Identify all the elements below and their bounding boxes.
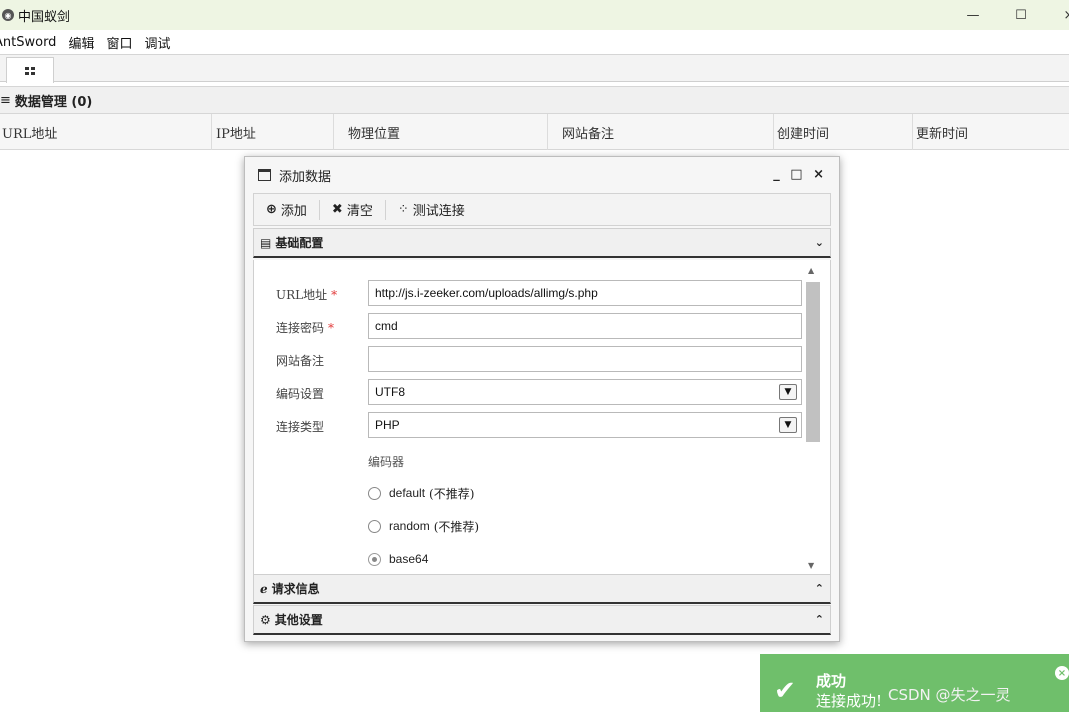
section-request-title: 请求信息 — [271, 582, 320, 596]
test-connection-button[interactable]: ⁘ 测试连接 — [386, 200, 477, 220]
url-row: URL地址 * http://js.i-zeeker.com/uploads/al… — [254, 280, 830, 306]
column-location[interactable]: 物理位置 — [346, 114, 548, 150]
clear-button[interactable]: ✖ 清空 — [320, 199, 386, 220]
chevron-down-icon: ▼ — [779, 384, 797, 400]
window-title: 中国蚁剑 — [18, 9, 71, 25]
plus-circle-icon: ⊕ — [266, 202, 277, 217]
url-label: URL地址 * — [276, 288, 338, 302]
encoding-value: UTF8 — [375, 385, 405, 399]
column-note[interactable]: 网站备注 — [560, 114, 774, 150]
close-icon[interactable]: × — [1055, 666, 1069, 680]
section-other-settings[interactable]: ⚙ 其他设置 ⌃ — [253, 605, 831, 635]
dialog-window-controls[interactable]: _ □ × — [773, 167, 827, 182]
tab-home[interactable] — [6, 57, 54, 83]
dialog-toolbar: ⊕ 添加 ✖ 清空 ⁘ 测试连接 — [253, 193, 831, 226]
required-mark: * — [328, 321, 335, 335]
url-input[interactable]: http://js.i-zeeker.com/uploads/allimg/s.… — [368, 280, 802, 306]
file-icon: ▤ — [260, 235, 272, 250]
menu-window[interactable]: 窗口 — [106, 33, 132, 52]
password-label: 连接密码 * — [276, 321, 335, 335]
type-select[interactable]: PHP ▼ — [368, 412, 802, 438]
encoder-option-base64[interactable]: base64 — [368, 550, 428, 568]
close-button[interactable]: × — [1046, 0, 1069, 30]
data-panel-title: 数据管理 (0) — [14, 94, 93, 110]
menu-antsword[interactable]: AntSword — [0, 35, 56, 50]
chevron-down-icon: ⌄ — [814, 236, 824, 249]
section-other-title: 其他设置 — [274, 613, 323, 627]
column-url[interactable]: URL地址 — [0, 114, 212, 150]
encoder-option-default[interactable]: default (不推荐) — [368, 484, 474, 502]
encoding-select[interactable]: UTF8 ▼ — [368, 379, 802, 405]
section-basic-title: 基础配置 — [275, 236, 324, 250]
maximize-button[interactable]: ☐ — [998, 0, 1044, 30]
encoder-option-random[interactable]: random (不推荐) — [368, 517, 479, 535]
gears-icon: ⚙ — [260, 612, 271, 627]
tab-bar — [0, 54, 1069, 83]
add-data-dialog: 添加数据 _ □ × ⊕ 添加 ✖ 清空 ⁘ 测试连接 ▤ 基础配置 ⌄ URL… — [244, 156, 840, 642]
minimize-button[interactable]: — — [950, 0, 996, 30]
title-bar: ◉ 中国蚁剑 — ☐ × — [0, 0, 1069, 30]
column-updated[interactable]: 更新时间 — [914, 114, 1069, 150]
column-ip[interactable]: IP地址 — [214, 114, 334, 150]
radio-checked-icon — [368, 552, 381, 566]
password-row: 连接密码 * cmd — [254, 313, 830, 339]
note-row: 网站备注 — [254, 346, 830, 372]
scroll-up-arrow-icon[interactable]: ▲ — [808, 266, 814, 275]
type-value: PHP — [375, 418, 400, 432]
form-scrollbar[interactable]: ▲ ▼ — [806, 266, 820, 570]
list-icon: ≡ — [0, 92, 11, 108]
ie-icon: ℯ — [260, 581, 268, 596]
test-connection-label: 测试连接 — [412, 204, 465, 219]
data-panel-header: ≡ 数据管理 (0) — [0, 86, 1069, 114]
watermark-text: CSDN @失之一灵 — [888, 686, 1011, 704]
scroll-thumb[interactable] — [806, 282, 820, 442]
clear-button-label: 清空 — [346, 204, 373, 219]
window-icon — [258, 169, 271, 181]
section-basic-config[interactable]: ▤ 基础配置 ⌄ — [253, 228, 831, 258]
spinner-icon: ⁘ — [397, 202, 409, 217]
chevron-up-icon: ⌃ — [814, 582, 824, 595]
toast-message: 连接成功! — [816, 692, 883, 710]
dialog-title-bar[interactable]: 添加数据 _ □ × — [245, 157, 839, 193]
encoding-label: 编码设置 — [276, 387, 325, 401]
required-mark: * — [331, 288, 338, 302]
menu-debug[interactable]: 调试 — [144, 33, 170, 52]
section-request-info[interactable]: ℯ 请求信息 ⌃ — [253, 574, 831, 604]
success-toast: ✔ 成功 连接成功! CSDN @失之一灵 × — [760, 654, 1069, 712]
grid-icon — [25, 66, 35, 75]
column-created[interactable]: 创建时间 — [775, 114, 913, 150]
menu-edit[interactable]: 编辑 — [68, 33, 94, 52]
radio-unchecked-icon — [368, 486, 381, 500]
radio-unchecked-icon — [368, 519, 381, 533]
grid-column-headers: URL地址 IP地址 物理位置 网站备注 创建时间 更新时间 — [0, 114, 1069, 150]
toast-title: 成功 — [816, 672, 847, 690]
scroll-down-arrow-icon[interactable]: ▼ — [808, 561, 814, 570]
chevron-up-icon: ⌃ — [814, 613, 824, 626]
note-label: 网站备注 — [276, 354, 325, 368]
password-input[interactable]: cmd — [368, 313, 802, 339]
dialog-title: 添加数据 — [279, 169, 332, 185]
menu-bar: AntSword 编辑 窗口 调试 — [0, 30, 1069, 54]
note-input[interactable] — [368, 346, 802, 372]
x-icon: ✖ — [331, 202, 343, 217]
type-row: 连接类型 PHP ▼ — [254, 412, 830, 438]
basic-config-form: URL地址 * http://js.i-zeeker.com/uploads/al… — [253, 260, 831, 574]
encoder-label: 编码器 — [368, 455, 405, 469]
antsword-logo-icon: ◉ — [2, 9, 14, 21]
add-button-label: 添加 — [280, 204, 307, 219]
add-button[interactable]: ⊕ 添加 — [254, 199, 320, 220]
type-label: 连接类型 — [276, 420, 325, 434]
chevron-down-icon: ▼ — [779, 417, 797, 433]
encoding-row: 编码设置 UTF8 ▼ — [254, 379, 830, 405]
checkmark-icon: ✔ — [774, 676, 796, 706]
